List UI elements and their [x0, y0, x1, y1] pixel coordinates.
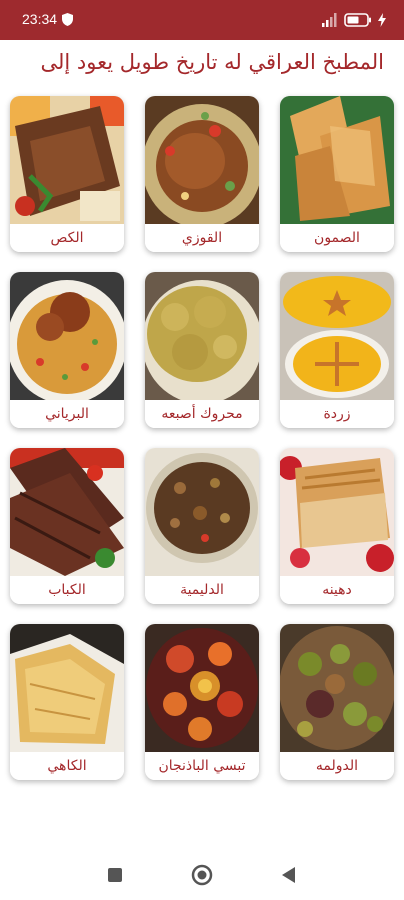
- dish-card[interactable]: دهينه: [280, 448, 394, 604]
- signal-icon: [322, 13, 337, 27]
- dish-label: الدولمه: [280, 752, 394, 780]
- square-icon: [108, 868, 122, 882]
- dish-image: [145, 624, 259, 752]
- dish-image: [280, 624, 394, 752]
- dish-image: [280, 272, 394, 400]
- status-bar: 23:34: [0, 0, 404, 40]
- back-button[interactable]: [276, 862, 302, 888]
- dish-label: محروك أصبعه: [145, 400, 259, 428]
- dish-image: [145, 272, 259, 400]
- dish-card[interactable]: تبسي الباذنجان: [145, 624, 259, 780]
- dish-card[interactable]: الصمون: [280, 96, 394, 252]
- dish-card[interactable]: الدليمية: [145, 448, 259, 604]
- status-time: 23:34: [22, 11, 58, 27]
- dish-card[interactable]: الكص: [10, 96, 124, 252]
- dish-label: الكاهي: [10, 752, 124, 780]
- page-title: المطبخ العراقي له تاريخ طويل يعود إلى: [40, 50, 384, 74]
- dish-label: الكص: [10, 224, 124, 252]
- home-button[interactable]: [189, 862, 215, 888]
- dish-label: دهينه: [280, 576, 394, 604]
- dish-image: [145, 448, 259, 576]
- shield-icon: [62, 13, 73, 26]
- dish-label: البرياني: [10, 400, 124, 428]
- dish-label: الصمون: [280, 224, 394, 252]
- dish-card[interactable]: زردة: [280, 272, 394, 428]
- charging-icon: [378, 13, 386, 27]
- dish-image: [10, 96, 124, 224]
- back-triangle-icon: [282, 867, 295, 883]
- dish-image: [10, 624, 124, 752]
- dish-card[interactable]: محروك أصبعه: [145, 272, 259, 428]
- battery-icon: [344, 13, 371, 27]
- dish-label: تبسي الباذنجان: [145, 752, 259, 780]
- dish-label: القوزي: [145, 224, 259, 252]
- dish-label: الكباب: [10, 576, 124, 604]
- recents-button[interactable]: [102, 862, 128, 888]
- dish-card[interactable]: الكباب: [10, 448, 124, 604]
- dish-image: [145, 96, 259, 224]
- dish-card[interactable]: القوزي: [145, 96, 259, 252]
- dish-image: [280, 96, 394, 224]
- status-icons: [322, 12, 386, 28]
- dish-image: [280, 448, 394, 576]
- dish-card[interactable]: الكاهي: [10, 624, 124, 780]
- dish-card[interactable]: البرياني: [10, 272, 124, 428]
- home-circle-icon: [191, 864, 213, 886]
- dish-label: زردة: [280, 400, 394, 428]
- navigation-bar: [0, 850, 404, 900]
- dish-image: [10, 448, 124, 576]
- dish-label: الدليمية: [145, 576, 259, 604]
- dish-image: [10, 272, 124, 400]
- dish-card[interactable]: الدولمه: [280, 624, 394, 780]
